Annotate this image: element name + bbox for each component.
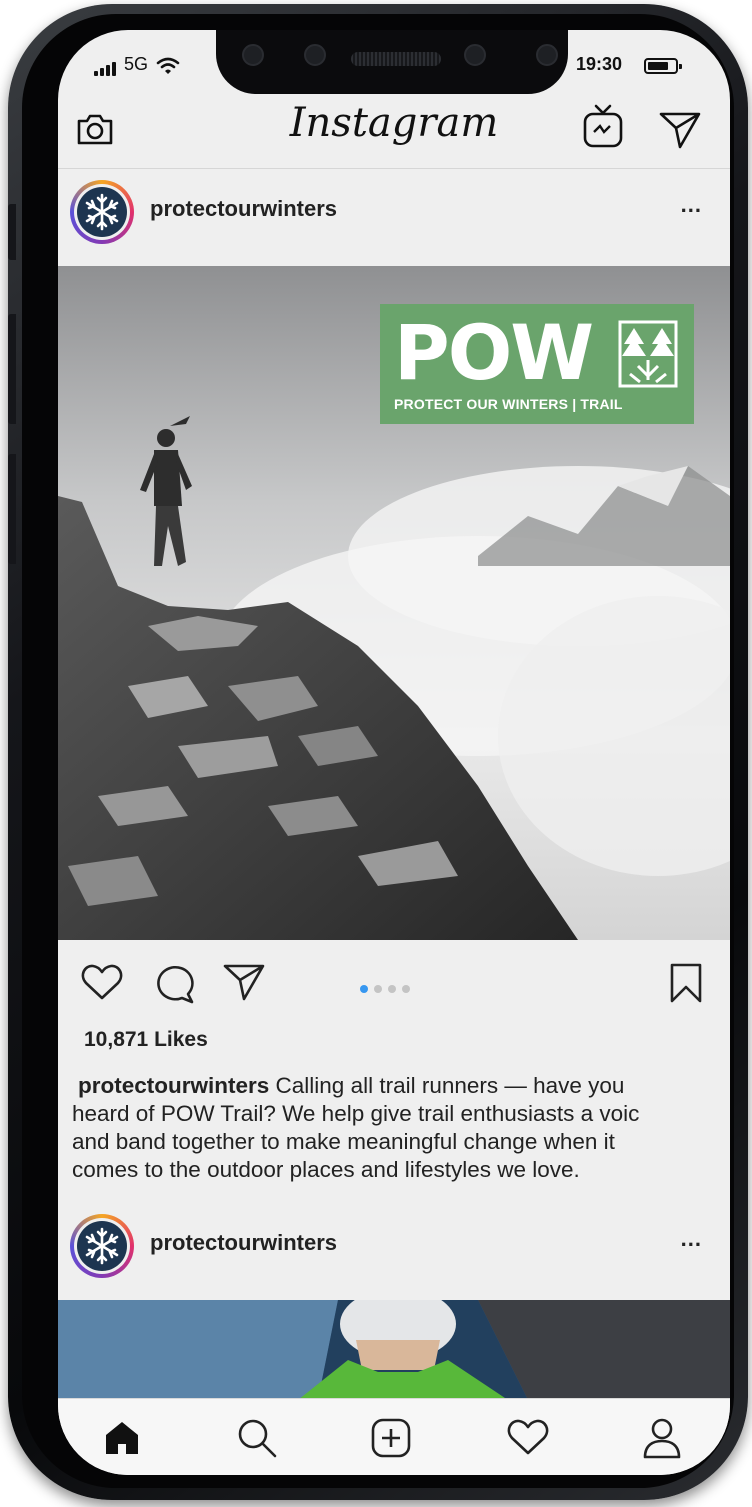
post-username[interactable]: protectourwinters	[150, 1230, 337, 1256]
snowflake-icon	[85, 1227, 119, 1265]
post-actions	[58, 940, 730, 1026]
signal-icon	[94, 60, 118, 76]
carousel-dot	[402, 985, 410, 993]
pow-trail-logo: POW PROTECT OUR WINTERS | TRAIL	[380, 304, 694, 424]
climber-photo	[58, 1300, 730, 1400]
trees-icon	[618, 320, 678, 388]
sensor	[536, 44, 558, 66]
app-header: Instagram	[58, 96, 730, 169]
caption-line: Calling all trail runners — have you	[269, 1073, 625, 1098]
search-icon[interactable]	[236, 1417, 278, 1459]
avatar[interactable]	[70, 180, 134, 244]
sensor	[242, 44, 264, 66]
caption-username[interactable]: protectourwinters	[78, 1073, 269, 1098]
phone-frame: 5G 19:30 Instagram protectourwinters ...…	[8, 4, 748, 1500]
network-label: 5G	[124, 54, 149, 74]
volume-down-button	[8, 454, 16, 564]
sensor	[304, 44, 326, 66]
bottom-tab-bar	[58, 1398, 730, 1475]
post-image[interactable]	[58, 1300, 730, 1400]
more-options-button[interactable]: ...	[681, 192, 702, 218]
caption-line: and band together to make meaningful cha…	[72, 1129, 615, 1154]
earpiece-speaker	[351, 52, 441, 66]
front-camera	[464, 44, 486, 66]
carousel-dot	[374, 985, 382, 993]
direct-message-icon[interactable]	[658, 110, 702, 150]
carousel-dot	[388, 985, 396, 993]
time-label: 19:30	[576, 54, 623, 74]
new-post-icon[interactable]	[370, 1417, 412, 1459]
post-caption: protectourwinters Calling all trail runn…	[72, 1072, 730, 1184]
mute-switch	[8, 204, 16, 260]
post-header: protectourwinters ...	[58, 178, 730, 248]
snowflake-icon	[85, 193, 119, 231]
caption-line: heard of POW Trail? We help give trail e…	[72, 1101, 640, 1126]
caption-line: comes to the outdoor places and lifestyl…	[72, 1157, 580, 1182]
post-header: protectourwinters ...	[58, 1212, 730, 1282]
share-icon[interactable]	[222, 962, 266, 1002]
heart-icon[interactable]	[80, 962, 124, 1002]
more-options-button[interactable]: ...	[681, 1226, 702, 1252]
carousel-indicator	[360, 980, 416, 998]
battery-icon	[644, 58, 682, 74]
post-username[interactable]: protectourwinters	[150, 196, 337, 222]
profile-icon[interactable]	[642, 1417, 682, 1459]
app-logo: Instagram	[289, 100, 499, 146]
notch	[216, 30, 568, 94]
carousel-dot-active	[360, 985, 368, 993]
bookmark-icon[interactable]	[668, 962, 704, 1004]
post-image[interactable]: POW PROTECT OUR WINTERS | TRAIL	[58, 266, 730, 940]
likes-count[interactable]: 10,871 Likes	[84, 1028, 208, 1052]
activity-icon[interactable]	[506, 1417, 550, 1457]
wifi-icon	[156, 57, 180, 74]
home-icon[interactable]	[102, 1417, 142, 1457]
pow-logo-text: POW	[394, 308, 594, 397]
phone-screen: 5G 19:30 Instagram protectourwinters ...…	[58, 30, 730, 1475]
pow-logo-subtitle: PROTECT OUR WINTERS | TRAIL	[394, 396, 623, 412]
comment-icon[interactable]	[152, 962, 196, 1004]
avatar[interactable]	[70, 1214, 134, 1278]
igtv-icon[interactable]	[582, 102, 624, 150]
volume-up-button	[8, 314, 16, 424]
